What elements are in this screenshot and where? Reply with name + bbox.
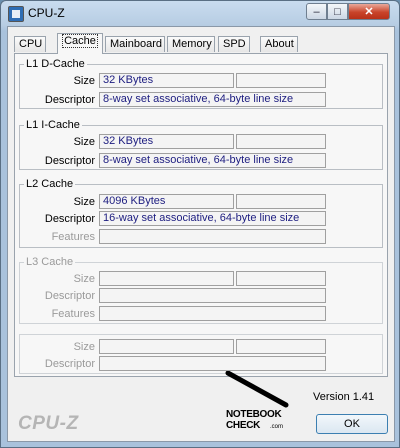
features-label: Features: [51, 231, 95, 243]
group-title: L2 Cache: [26, 178, 74, 190]
cache-panel: L1 D-Cache Size 32 KBytes Descriptor 8-w…: [14, 53, 388, 377]
window-title: CPU-Z: [28, 6, 65, 20]
tab-cache[interactable]: Cache: [57, 33, 103, 54]
tab-about[interactable]: About: [260, 36, 298, 52]
descriptor-label: Descriptor: [44, 290, 95, 302]
l2-features-field: [99, 229, 326, 244]
cpu-z-logo: CPU-Z: [18, 413, 79, 434]
extra-descriptor-field: [99, 356, 326, 371]
cpuz-window: CPU-Z – □ ✕ CPU Cache Mainboard Memory S…: [0, 0, 400, 448]
size-label: Size: [73, 75, 95, 87]
size-label: Size: [73, 273, 95, 285]
size-label: Size: [73, 196, 95, 208]
minimize-button[interactable]: –: [306, 3, 327, 20]
l3-size-field: [99, 271, 234, 286]
group-title: L1 I-Cache: [26, 119, 80, 131]
close-button[interactable]: ✕: [348, 3, 390, 20]
tab-mainboard[interactable]: Mainboard: [105, 36, 165, 52]
tab-label: Cache: [62, 34, 98, 48]
tab-label: Memory: [172, 38, 212, 50]
l2-descriptor-field: 16-way set associative, 64-byte line siz…: [99, 211, 326, 226]
tab-spd[interactable]: SPD: [218, 36, 250, 52]
l3-size-extra-field: [236, 271, 326, 286]
version-label: Version 1.41: [313, 391, 375, 403]
tab-label: SPD: [223, 38, 246, 50]
l3-features-field: [99, 306, 326, 321]
maximize-button[interactable]: □: [327, 3, 348, 20]
descriptor-label: Descriptor: [44, 94, 95, 106]
l1d-size-field: 32 KBytes: [99, 73, 234, 88]
l1i-size-field: 32 KBytes: [99, 134, 234, 149]
l1i-size-extra-field: [236, 134, 326, 149]
l1i-descriptor-field: 8-way set associative, 64-byte line size: [99, 153, 326, 168]
watermark-line1: NOTEBOOK: [226, 409, 282, 420]
size-label: Size: [73, 136, 95, 148]
l1d-size-extra-field: [236, 73, 326, 88]
l3-descriptor-field: [99, 288, 326, 303]
tab-label: CPU: [19, 38, 43, 50]
tab-label: Mainboard: [110, 38, 162, 50]
size-label: Size: [73, 341, 95, 353]
group-title: L3 Cache: [26, 256, 74, 268]
group-title: L1 D-Cache: [26, 58, 85, 70]
l2-size-extra-field: [236, 194, 326, 209]
ok-button[interactable]: OK: [316, 414, 388, 434]
l2-size-field: 4096 KBytes: [99, 194, 234, 209]
notebookcheck-watermark: NOTEBOOK CHECK .com: [220, 371, 300, 441]
tab-memory[interactable]: Memory: [167, 36, 215, 52]
features-label: Features: [51, 308, 95, 320]
descriptor-label: Descriptor: [44, 213, 95, 225]
client-area: CPU Cache Mainboard Memory SPD About L1 …: [7, 26, 395, 442]
descriptor-label: Descriptor: [44, 155, 95, 167]
watermark-line2: CHECK: [226, 420, 261, 431]
descriptor-label: Descriptor: [44, 358, 95, 370]
watermark-suffix: .com: [270, 424, 284, 430]
cpu-z-app-icon[interactable]: [8, 6, 24, 22]
l1d-descriptor-field: 8-way set associative, 64-byte line size: [99, 92, 326, 107]
extra-size-field: [99, 339, 234, 354]
title-bar[interactable]: CPU-Z – □ ✕: [1, 1, 399, 25]
tab-label: About: [265, 38, 294, 50]
tab-cpu[interactable]: CPU: [14, 36, 46, 52]
extra-size-extra-field: [236, 339, 326, 354]
